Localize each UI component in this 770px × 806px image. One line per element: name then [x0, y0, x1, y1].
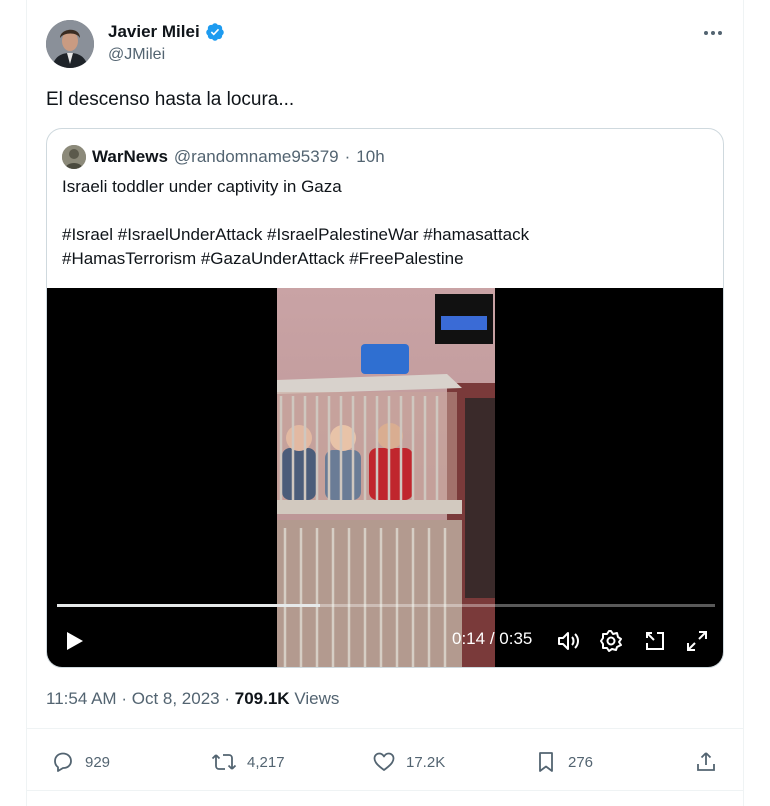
- pip-icon[interactable]: [642, 628, 668, 654]
- quoted-tweet-header: WarNews @randomname95379 · 10h: [62, 145, 385, 169]
- video-player[interactable]: 0:14 / 0:35: [47, 288, 723, 667]
- like-count: 17.2K: [406, 753, 446, 771]
- quoted-author-name[interactable]: WarNews: [92, 147, 168, 167]
- play-icon[interactable]: [61, 628, 87, 654]
- quoted-tweet[interactable]: WarNews @randomname95379 · 10h Israeli t…: [46, 128, 724, 668]
- video-time-separator: /: [485, 629, 500, 648]
- like-button[interactable]: 17.2K: [372, 744, 445, 780]
- video-progress-bar[interactable]: [57, 604, 715, 607]
- quoted-author-avatar[interactable]: [62, 145, 86, 169]
- share-button[interactable]: [694, 744, 718, 780]
- quoted-author-handle[interactable]: @randomname95379: [174, 147, 339, 167]
- video-time: 0:14 / 0:35: [452, 629, 532, 649]
- author-handle[interactable]: @JMilei: [108, 46, 165, 64]
- more-icon[interactable]: [700, 22, 726, 44]
- tweet-date[interactable]: Oct 8, 2023: [132, 689, 220, 708]
- quoted-text-line: Israeli toddler under captivity in Gaza: [62, 177, 342, 196]
- reply-icon: [54, 752, 72, 772]
- quoted-timestamp[interactable]: 10h: [356, 147, 384, 167]
- reply-count: 929: [85, 753, 111, 771]
- meta-separator: ·: [224, 689, 231, 708]
- share-icon: [697, 752, 715, 771]
- author-name[interactable]: Javier Milei: [108, 22, 225, 42]
- verified-badge-icon: [205, 23, 224, 41]
- fullscreen-icon[interactable]: [684, 628, 710, 654]
- repost-button[interactable]: 4,217: [211, 744, 285, 780]
- reply-button[interactable]: 929: [51, 744, 110, 780]
- action-bar: 929 4,217 17.2K 276: [46, 744, 730, 780]
- volume-icon[interactable]: [555, 628, 581, 654]
- divider: [27, 790, 743, 791]
- bookmark-icon: [539, 752, 553, 772]
- meta-separator: ·: [121, 689, 127, 708]
- bookmark-count: 276: [568, 753, 594, 771]
- video-progress-fill: [57, 604, 321, 607]
- views-count[interactable]: 709.1K: [235, 689, 290, 708]
- tweet-time[interactable]: 11:54 AM: [46, 689, 117, 708]
- quoted-hashtags-line[interactable]: #HamasTerrorism #GazaUnderAttack #FreePa…: [62, 247, 712, 271]
- author-avatar[interactable]: [46, 20, 94, 68]
- video-duration: 0:35: [499, 629, 533, 648]
- quoted-separator: ·: [344, 147, 351, 166]
- divider: [27, 728, 743, 729]
- repost-count: 4,217: [247, 753, 285, 771]
- video-current-time: 0:14: [452, 629, 486, 648]
- tweet-meta: 11:54 AM · Oct 8, 2023 · 709.1K Views: [46, 689, 339, 709]
- settings-icon[interactable]: [598, 628, 624, 654]
- tweet-text: El descenso hasta la locura...: [46, 89, 295, 110]
- repost-icon: [211, 754, 237, 770]
- video-frame: [277, 288, 495, 667]
- quoted-tweet-text: Israeli toddler under captivity in Gaza …: [62, 175, 712, 271]
- quoted-hashtags-line[interactable]: #Israel #IsraelUnderAttack #IsraelPalest…: [62, 223, 712, 247]
- views-label: Views: [294, 689, 340, 708]
- bookmark-button[interactable]: 276: [534, 744, 593, 780]
- author-name-text[interactable]: Javier Milei: [108, 22, 200, 42]
- like-icon: [373, 752, 395, 771]
